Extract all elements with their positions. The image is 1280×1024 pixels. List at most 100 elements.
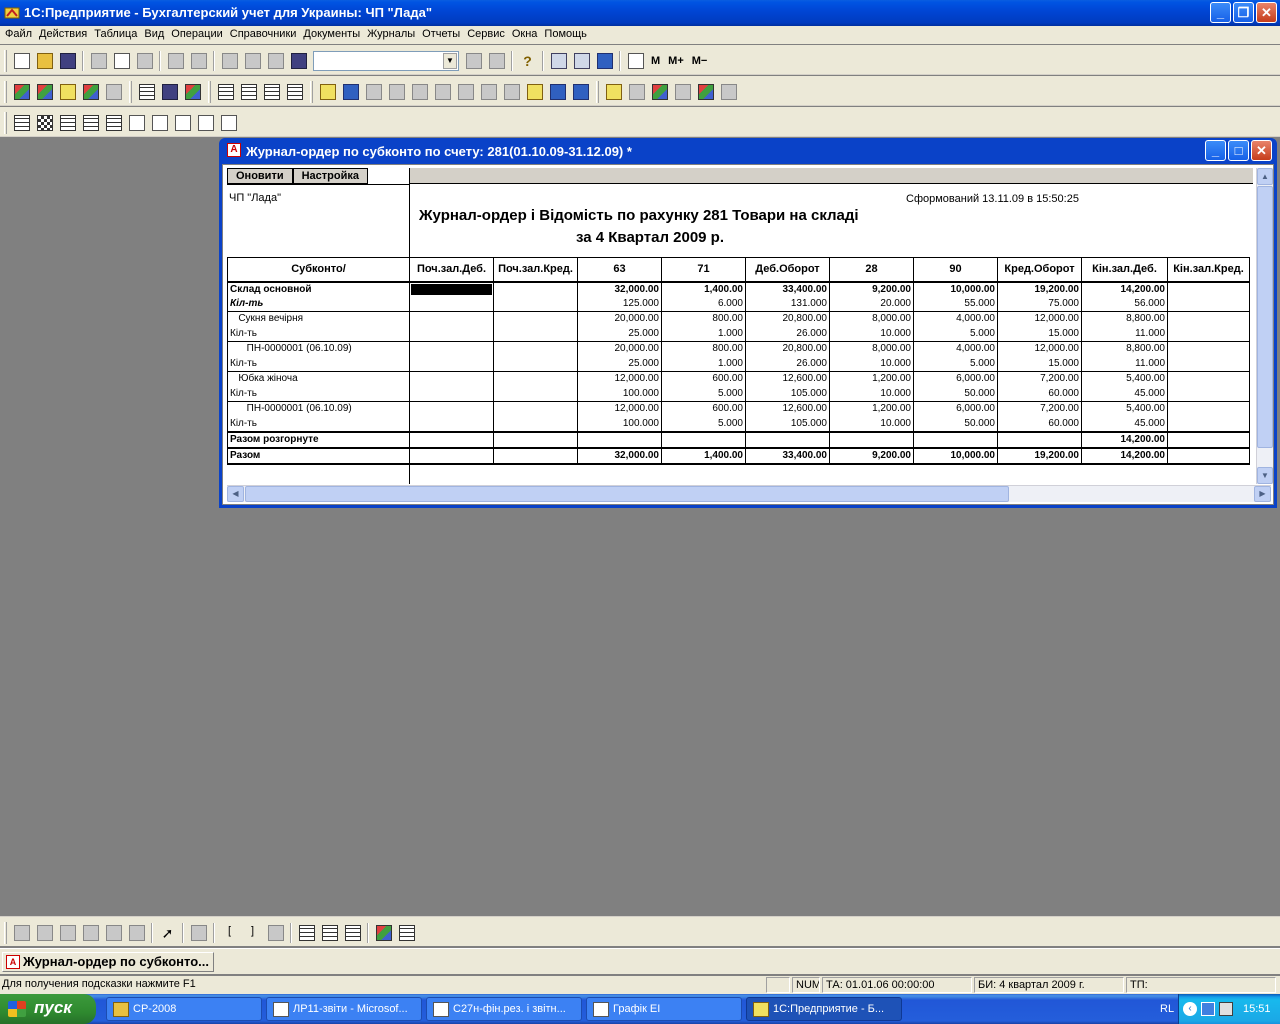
- people-icon[interactable]: [628, 84, 645, 100]
- value-cell[interactable]: [493, 356, 578, 372]
- pointer-icon[interactable]: ➚: [160, 925, 176, 941]
- value-cell[interactable]: 33,400.00: [745, 447, 830, 465]
- value-cell[interactable]: [1167, 281, 1250, 297]
- chevron-down-icon[interactable]: ▼: [443, 53, 457, 69]
- vertical-scrollbar[interactable]: ▲ ▼: [1256, 168, 1273, 484]
- refresh-button[interactable]: Оновити: [227, 168, 293, 184]
- value-cell[interactable]: 100.000: [577, 416, 662, 433]
- scroll-thumb[interactable]: [1257, 186, 1273, 448]
- value-cell[interactable]: 56.000: [1081, 296, 1168, 312]
- value-cell[interactable]: [829, 431, 914, 449]
- calendar-icon[interactable]: [573, 53, 590, 69]
- task-word-1[interactable]: ЛР11-звіти - Microsof...: [266, 997, 422, 1021]
- value-cell[interactable]: 11.000: [1081, 326, 1168, 342]
- value-cell[interactable]: [1167, 341, 1250, 357]
- value-cell[interactable]: 60.000: [997, 386, 1082, 402]
- toolbar-grip[interactable]: [208, 81, 211, 103]
- menu-view[interactable]: Вид: [143, 26, 170, 44]
- print-icon[interactable]: [167, 53, 184, 69]
- value-cell[interactable]: 125.000: [577, 296, 662, 312]
- toolbar-grip[interactable]: [4, 922, 7, 944]
- fixed-header-icon[interactable]: [398, 925, 415, 941]
- column-header[interactable]: Кін.зал.Кред.: [1167, 257, 1250, 283]
- value-cell[interactable]: 55.000: [913, 296, 998, 312]
- collapse-icon[interactable]: [388, 84, 405, 100]
- cash-icon[interactable]: [549, 84, 566, 100]
- search-combobox[interactable]: ▼: [313, 51, 459, 71]
- cut-icon[interactable]: [90, 53, 107, 69]
- task-word-3[interactable]: Графік ЕІ: [586, 997, 742, 1021]
- row-label-cell[interactable]: ПН-0000001 (06.10.09): [227, 341, 410, 357]
- sort-asc-icon[interactable]: [480, 84, 497, 100]
- value-cell[interactable]: 800.00: [661, 341, 746, 357]
- restore-button[interactable]: ❐: [1233, 2, 1254, 23]
- value-cell[interactable]: 25.000: [577, 326, 662, 342]
- row-label-cell[interactable]: Кіл-ть: [227, 326, 410, 342]
- account-card-icon[interactable]: [240, 84, 257, 100]
- column-header[interactable]: Субконто/: [227, 257, 410, 283]
- horizontal-scrollbar[interactable]: ◀ ▶: [227, 485, 1271, 502]
- value-cell[interactable]: [409, 401, 494, 417]
- menu-journals[interactable]: Журналы: [366, 26, 421, 44]
- text-box-icon[interactable]: [59, 925, 76, 941]
- value-cell[interactable]: 4,000.00: [913, 341, 998, 357]
- toolbar-grip[interactable]: [596, 81, 599, 103]
- value-cell[interactable]: [493, 371, 578, 387]
- row-label-cell[interactable]: Склад основной: [227, 281, 410, 297]
- task-1c[interactable]: 1С:Предприятие - Б...: [746, 997, 902, 1021]
- value-cell[interactable]: 8,800.00: [1081, 341, 1168, 357]
- toolbar-grip[interactable]: [4, 81, 7, 103]
- value-cell[interactable]: [1167, 371, 1250, 387]
- value-cell[interactable]: 26.000: [745, 356, 830, 372]
- book-icon[interactable]: [319, 84, 336, 100]
- value-cell[interactable]: 6,000.00: [913, 401, 998, 417]
- bracket-left-icon[interactable]: [: [222, 925, 238, 941]
- value-cell[interactable]: [409, 311, 494, 327]
- value-cell[interactable]: 50.000: [913, 416, 998, 433]
- value-cell[interactable]: 1.000: [661, 326, 746, 342]
- value-cell[interactable]: 9,200.00: [829, 281, 914, 297]
- save-icon[interactable]: [59, 53, 76, 69]
- person-icon[interactable]: [605, 84, 622, 100]
- close-button[interactable]: ✕: [1256, 2, 1277, 23]
- value-cell[interactable]: 100.000: [577, 386, 662, 402]
- bracket-right-icon[interactable]: ]: [245, 925, 261, 941]
- calculator-icon[interactable]: [550, 53, 567, 69]
- value-cell[interactable]: [493, 416, 578, 433]
- value-cell[interactable]: 14,200.00: [1081, 431, 1168, 449]
- value-cell[interactable]: 1,200.00: [829, 401, 914, 417]
- find-prev-icon[interactable]: [488, 53, 505, 69]
- value-cell[interactable]: 5.000: [913, 326, 998, 342]
- row-label-cell[interactable]: Кіл-ть: [227, 386, 410, 402]
- text-icon[interactable]: [128, 115, 145, 131]
- value-cell[interactable]: 45.000: [1081, 386, 1168, 402]
- toolbar-grip[interactable]: [310, 81, 313, 103]
- value-cell[interactable]: [493, 386, 578, 402]
- rectangle-icon[interactable]: [36, 925, 53, 941]
- chart-object-icon[interactable]: [128, 925, 145, 941]
- value-cell[interactable]: 19,200.00: [997, 281, 1082, 297]
- print-preview-icon[interactable]: [190, 53, 207, 69]
- value-cell[interactable]: 6.000: [661, 296, 746, 312]
- ole-object-icon[interactable]: [105, 925, 122, 941]
- value-cell[interactable]: [1167, 326, 1250, 342]
- copy-page-icon[interactable]: [342, 84, 359, 100]
- minimize-button[interactable]: _: [1210, 2, 1231, 23]
- value-cell[interactable]: 10,000.00: [913, 447, 998, 465]
- value-cell[interactable]: 32,000.00: [577, 447, 662, 465]
- checker-table-icon[interactable]: [36, 115, 53, 131]
- ruler-icon[interactable]: [344, 925, 361, 941]
- scroll-thumb[interactable]: [245, 486, 1009, 502]
- value-cell[interactable]: 12,000.00: [577, 401, 662, 417]
- scroll-right-icon[interactable]: ▶: [1254, 486, 1271, 502]
- column-header[interactable]: Поч.зал.Кред.: [493, 257, 578, 283]
- chevron-left-icon[interactable]: ‹: [1183, 1002, 1197, 1016]
- table-columns-icon[interactable]: [82, 115, 99, 131]
- selected-cell-cursor[interactable]: [411, 284, 492, 295]
- menu-table[interactable]: Таблица: [93, 26, 143, 44]
- paste-icon[interactable]: [136, 53, 153, 69]
- line-icon[interactable]: [13, 925, 30, 941]
- value-cell[interactable]: [493, 326, 578, 342]
- row-label-cell[interactable]: Сукня вечірня: [227, 311, 410, 327]
- value-cell[interactable]: 9,200.00: [829, 447, 914, 465]
